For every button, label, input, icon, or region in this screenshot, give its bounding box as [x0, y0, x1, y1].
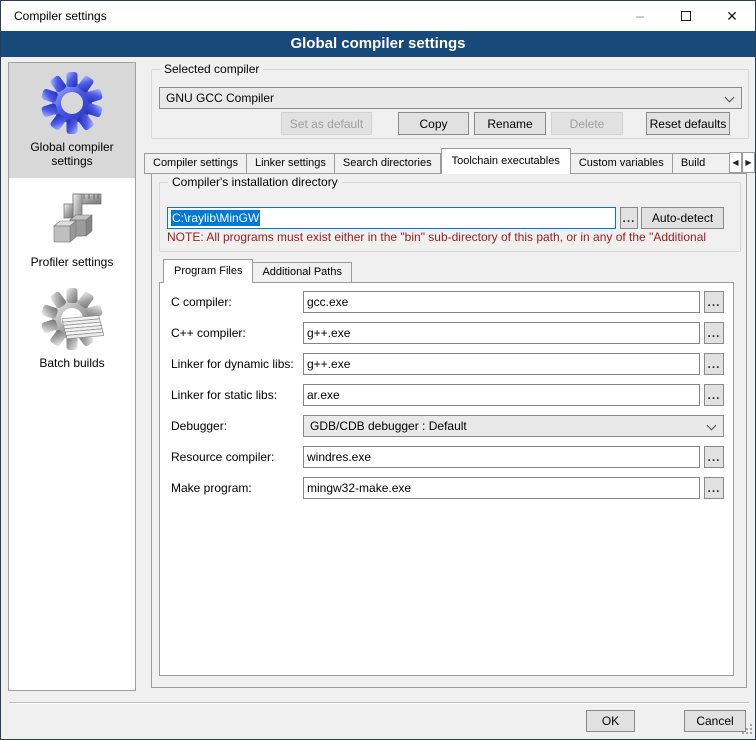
- debugger-select[interactable]: GDB/CDB debugger : Default: [303, 415, 724, 437]
- caliper-icon: [40, 186, 104, 250]
- auto-detect-button[interactable]: Auto-detect: [641, 207, 724, 229]
- compiler-select-value: GNU GCC Compiler: [166, 91, 274, 105]
- sidebar-item-batch-builds[interactable]: Batch builds: [9, 279, 135, 380]
- maximize-button[interactable]: [663, 1, 709, 31]
- blue-gear-icon: [40, 71, 104, 135]
- c-compiler-input[interactable]: gcc.exe: [303, 291, 700, 313]
- make-program-browse-button[interactable]: ...: [704, 477, 724, 499]
- tab-scroll-right-button[interactable]: ▶: [742, 152, 755, 173]
- sidebar-item-label: Batch builds: [11, 356, 133, 370]
- delete-button[interactable]: Delete: [551, 112, 623, 135]
- selected-path-text: C:\raylib\MinGW: [171, 210, 260, 226]
- sidebar-item-label: Profiler settings: [11, 255, 133, 269]
- compiler-settings-window: Compiler settings – ✕ Global compiler se…: [0, 0, 756, 740]
- resource-compiler-browse-button[interactable]: ...: [704, 446, 724, 468]
- chevron-down-icon: [707, 421, 717, 431]
- debugger-select-value: GDB/CDB debugger : Default: [310, 419, 467, 433]
- window-title: Compiler settings: [14, 9, 107, 23]
- close-icon: ✕: [726, 8, 738, 25]
- installation-directory-group-label: Compiler's installation directory: [168, 175, 342, 189]
- browse-icon: ...: [707, 388, 720, 402]
- reset-defaults-button[interactable]: Reset defaults: [646, 112, 730, 135]
- linker-static-browse-button[interactable]: ...: [704, 384, 724, 406]
- selected-compiler-group-label: Selected compiler: [160, 62, 263, 76]
- make-program-input[interactable]: mingw32-make.exe: [303, 477, 700, 499]
- browse-icon: ...: [707, 481, 720, 495]
- sidebar-item-profiler-settings[interactable]: Profiler settings: [9, 178, 135, 279]
- tab-scroll-left-icon: ◀: [732, 158, 738, 167]
- subtab-program-files[interactable]: Program Files: [163, 259, 253, 283]
- bin-subdirectory-note: NOTE: All programs must exist either in …: [167, 230, 739, 244]
- browse-icon: ...: [707, 450, 720, 464]
- browse-icon: ...: [622, 211, 635, 225]
- chevron-down-icon: [725, 93, 735, 103]
- cpp-compiler-label: C++ compiler:: [171, 326, 246, 340]
- tab-linker-settings[interactable]: Linker settings: [247, 153, 335, 174]
- minimize-icon: –: [636, 8, 644, 25]
- linker-dynamic-label: Linker for dynamic libs:: [171, 357, 294, 371]
- linker-static-label: Linker for static libs:: [171, 388, 277, 402]
- sidebar-item-label: Global compiler settings: [11, 140, 133, 168]
- rename-button[interactable]: Rename: [474, 112, 546, 135]
- browse-icon: ...: [707, 295, 720, 309]
- linker-dynamic-browse-button[interactable]: ...: [704, 353, 724, 375]
- linker-dynamic-input[interactable]: g++.exe: [303, 353, 700, 375]
- linker-static-input[interactable]: ar.exe: [303, 384, 700, 406]
- title-bar: Compiler settings – ✕: [1, 1, 755, 31]
- cancel-button[interactable]: Cancel: [684, 710, 746, 732]
- gray-gear-stack-icon: [40, 287, 104, 351]
- resize-grip[interactable]: [742, 724, 744, 726]
- debugger-label: Debugger:: [171, 419, 227, 433]
- settings-category-list: Global compiler settings Profiler settin…: [8, 62, 136, 691]
- c-compiler-browse-button[interactable]: ...: [704, 291, 724, 313]
- resource-compiler-input[interactable]: windres.exe: [303, 446, 700, 468]
- footer-separator: [9, 702, 749, 704]
- browse-icon: ...: [707, 326, 720, 340]
- copy-button[interactable]: Copy: [398, 112, 469, 135]
- browse-directory-button[interactable]: ...: [620, 207, 638, 229]
- close-button[interactable]: ✕: [709, 1, 755, 31]
- installation-directory-input[interactable]: C:\raylib\MinGW: [167, 207, 616, 229]
- maximize-icon: [681, 11, 691, 21]
- ok-button[interactable]: OK: [586, 710, 635, 732]
- tab-custom-variables[interactable]: Custom variables: [571, 153, 673, 174]
- compiler-select[interactable]: GNU GCC Compiler: [159, 87, 742, 109]
- resource-compiler-label: Resource compiler:: [171, 450, 274, 464]
- minimize-button[interactable]: –: [617, 1, 663, 31]
- tab-toolchain-executables[interactable]: Toolchain executables: [441, 148, 571, 174]
- tab-build-options[interactable]: Build: [673, 153, 729, 174]
- make-program-label: Make program:: [171, 481, 252, 495]
- c-compiler-label: C compiler:: [171, 295, 232, 309]
- cpp-compiler-input[interactable]: g++.exe: [303, 322, 700, 344]
- program-files-tab-strip: Program Files Additional Paths: [163, 259, 352, 283]
- browse-icon: ...: [707, 357, 720, 371]
- page-title: Global compiler settings: [1, 31, 755, 57]
- cpp-compiler-browse-button[interactable]: ...: [704, 322, 724, 344]
- tab-search-directories[interactable]: Search directories: [335, 153, 441, 174]
- sidebar-item-global-compiler-settings[interactable]: Global compiler settings: [9, 63, 135, 178]
- settings-tab-strip: Compiler settings Linker settings Search…: [144, 148, 729, 174]
- tab-compiler-settings[interactable]: Compiler settings: [144, 153, 247, 174]
- tab-scroll-left-button[interactable]: ◀: [729, 152, 742, 173]
- set-as-default-button[interactable]: Set as default: [281, 112, 372, 135]
- subtab-additional-paths[interactable]: Additional Paths: [253, 262, 352, 283]
- tab-scroll-right-icon: ▶: [745, 158, 751, 167]
